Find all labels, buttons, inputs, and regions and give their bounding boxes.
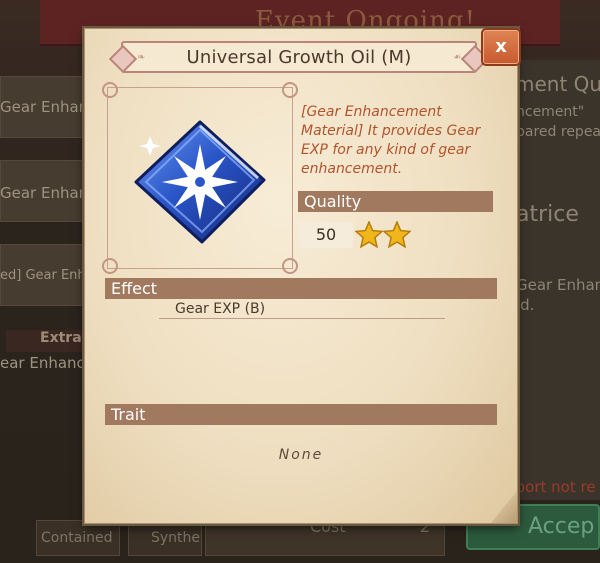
bg-right-text: Gear Enhan xyxy=(516,276,600,294)
close-icon: x xyxy=(495,36,507,57)
effect-value: Gear EXP (B) xyxy=(175,301,266,317)
trait-label: Trait xyxy=(105,404,497,425)
bg-extra-tab: Extra xyxy=(6,330,84,352)
title-plate: ❧ Universal Growth Oil (M) ❧ xyxy=(121,41,477,73)
frame-corner-ornament xyxy=(282,258,298,274)
bg-quest-text: Gear Enhan xyxy=(0,184,89,202)
frame-corner-ornament xyxy=(282,82,298,98)
quality-value: 50 xyxy=(299,222,353,248)
gold-star-icon xyxy=(355,221,383,249)
item-image-frame xyxy=(102,82,298,274)
effect-label: Effect xyxy=(105,278,497,299)
bg-quest-text: Gear Enhanc xyxy=(0,98,97,116)
item-title: Universal Growth Oil (M) xyxy=(186,46,412,68)
item-detail-dialog: ❧ Universal Growth Oil (M) ❧ [Gear Enhan… xyxy=(84,28,518,524)
ornament-icon: ❧ xyxy=(452,52,461,63)
close-button[interactable]: x xyxy=(481,28,521,66)
synthesize-button[interactable]: Synthe xyxy=(128,520,202,556)
bg-right-text: oort not re xyxy=(516,478,596,496)
item-description: [Gear Enhancement Material] It provides … xyxy=(301,104,481,177)
page-curl-decoration xyxy=(491,491,517,523)
contained-button[interactable]: Contained xyxy=(36,520,120,556)
bg-right-text: ment Qu xyxy=(515,72,600,96)
bg-right-text: id. xyxy=(516,296,535,314)
bg-right-text: ncement" xyxy=(516,104,585,120)
trait-value: None xyxy=(278,447,324,463)
gold-star-icon xyxy=(383,221,411,249)
blue-gem-snowflake-icon xyxy=(134,120,266,244)
bg-right-text: pared repea xyxy=(516,124,600,140)
bg-right-text: atrice xyxy=(516,202,579,227)
ornament-icon: ❧ xyxy=(137,52,146,63)
frame-corner-ornament xyxy=(102,258,118,274)
frame-corner-ornament xyxy=(102,82,118,98)
quality-label: Quality xyxy=(298,191,493,212)
